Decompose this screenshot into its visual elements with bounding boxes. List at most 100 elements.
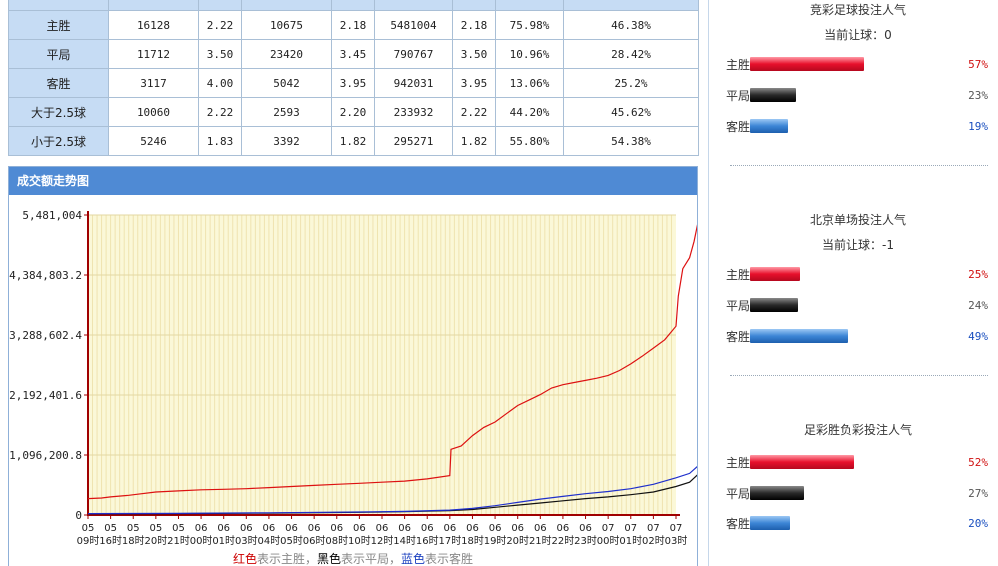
x-tick-label-hour: 20时: [506, 535, 529, 547]
x-tick-label-day: 06: [466, 523, 479, 534]
table-cell: 75.98%: [495, 10, 564, 40]
table-cell: 54.38%: [563, 126, 699, 156]
legend-red-label: 红色: [232, 552, 257, 566]
table-cell: 4.00: [198, 68, 242, 98]
popularity-row-draw: 平局 24%: [726, 297, 988, 315]
table-cell: 55.80%: [495, 126, 564, 156]
legend-blue-label: 蓝色: [401, 552, 426, 566]
row-label: 主胜: [8, 10, 109, 40]
popularity-bar: [750, 516, 790, 530]
popularity-sidebar: 竞彩足球投注人气 当前让球：0 主胜 57% 平局 23% 客胜 19% 北京单…: [708, 0, 998, 566]
row-label: 客胜: [726, 330, 751, 344]
table-cell: 5481004: [374, 10, 453, 40]
popularity-percent: 19%: [968, 120, 988, 133]
trade-volume-line-chart: 0 1,096,200.8 2,192,401.6 3,288,602.4 4,384,…: [9, 209, 697, 547]
row-label: 客胜: [726, 517, 751, 531]
popularity-percent: 23%: [968, 89, 988, 102]
x-tick-label-day: 06: [557, 523, 570, 534]
row-label: 平局: [8, 39, 109, 69]
table-row: 小于2.5球 5246 1.83 3392 1.82 295271 1.82 5…: [8, 126, 699, 156]
section-title: 足彩胜负彩投注人气: [803, 423, 912, 437]
x-tick-label-hour: 16时: [416, 535, 439, 547]
table-header-strip: [8, 0, 699, 11]
table-cell: 2.22: [198, 97, 242, 127]
popularity-percent: 27%: [968, 487, 988, 500]
x-tick-label-day: 06: [263, 523, 276, 534]
table-cell: 5042: [241, 68, 332, 98]
x-tick-label-hour: 08时: [325, 535, 348, 547]
popularity-bar: [750, 486, 804, 500]
popularity-bar: [750, 329, 848, 343]
x-tick-label-hour: 18时: [122, 535, 145, 547]
table-cell: 44.20%: [495, 97, 564, 127]
odds-table: 主胜 16128 2.22 10675 2.18 5481004 2.18 75…: [8, 0, 699, 156]
chart-legend-caption: 红色表示主胜，黑色表示平局，蓝色表示客胜: [9, 550, 697, 566]
x-tick-label-day: 06: [579, 523, 592, 534]
table-cell: 233932: [374, 97, 453, 127]
x-tick-label-hour: 12时: [371, 535, 394, 547]
row-label: 小于2.5球: [8, 126, 109, 156]
popularity-percent: 49%: [968, 330, 988, 343]
popularity-percent: 57%: [968, 58, 988, 71]
x-tick-label-day: 06: [308, 523, 321, 534]
table-cell: 10675: [241, 10, 332, 40]
x-tick-label-day: 06: [353, 523, 366, 534]
table-cell: 11712: [108, 39, 199, 69]
x-tick-label-day: 06: [285, 523, 298, 534]
table-cell: 295271: [374, 126, 453, 156]
sidebar-divider: [708, 0, 709, 566]
x-tick-label-day: 05: [82, 523, 95, 534]
x-tick-label-hour: 21时: [529, 535, 552, 547]
x-tick-label-hour: 16时: [99, 535, 122, 547]
x-tick-label-day: 06: [534, 523, 547, 534]
row-label: 平局: [726, 89, 751, 103]
table-cell: 2.20: [331, 97, 375, 127]
popularity-bar: [750, 119, 788, 133]
popularity-bar: [750, 57, 864, 71]
section-title: 北京单场投注人气: [809, 213, 906, 227]
popularity-bar: [750, 298, 798, 312]
table-cell: 3117: [108, 68, 199, 98]
table-cell: 10060: [108, 97, 199, 127]
y-tick-label: 3,288,602.4: [9, 329, 82, 342]
x-tick-label-hour: 01时: [619, 535, 642, 547]
table-cell: 2.18: [452, 10, 496, 40]
x-tick-label-day: 06: [489, 523, 502, 534]
x-tick-label-day: 05: [104, 523, 117, 534]
table-cell: 3.50: [452, 39, 496, 69]
popularity-row-away: 客胜 19%: [726, 118, 988, 136]
section-title: 竞彩足球投注人气: [809, 3, 906, 17]
row-label: 平局: [726, 299, 751, 313]
x-tick-label-hour: 10时: [348, 535, 371, 547]
popularity-percent: 25%: [968, 268, 988, 281]
popularity-row-home: 主胜 25%: [726, 266, 988, 284]
x-tick-label-hour: 23时: [574, 535, 597, 547]
popularity-bar: [750, 455, 854, 469]
table-cell: 942031: [374, 68, 453, 98]
table-row: 大于2.5球 10060 2.22 2593 2.20 233932 2.22 …: [8, 97, 699, 127]
x-tick-label-day: 06: [443, 523, 456, 534]
x-tick-label-hour: 18时: [461, 535, 484, 547]
popularity-row-draw: 平局 27%: [726, 485, 988, 503]
x-tick-label-hour: 17时: [438, 535, 461, 547]
x-tick-label-hour: 03时: [235, 535, 258, 547]
x-tick-label-day: 05: [172, 523, 185, 534]
table-row: 客胜 3117 4.00 5042 3.95 942031 3.95 13.06…: [8, 68, 699, 98]
table-cell: 3.45: [331, 39, 375, 69]
x-tick-label-day: 07: [624, 523, 637, 534]
legend-black-label: 黑色: [316, 552, 341, 566]
table-cell: 46.38%: [563, 10, 699, 40]
x-tick-label-hour: 01时: [212, 535, 235, 547]
table-cell: 2.18: [331, 10, 375, 40]
x-tick-label-day: 06: [376, 523, 389, 534]
x-tick-label-day: 05: [127, 523, 140, 534]
y-tick-label: 2,192,401.6: [9, 389, 82, 402]
row-label: 客胜: [726, 120, 751, 134]
popularity-row-home: 主胜 57%: [726, 56, 988, 74]
x-tick-label-day: 06: [330, 523, 343, 534]
popularity-percent: 52%: [968, 456, 988, 469]
table-cell: 1.83: [198, 126, 242, 156]
table-cell: 1.82: [452, 126, 496, 156]
table-row: 主胜 16128 2.22 10675 2.18 5481004 2.18 75…: [8, 10, 699, 40]
section-separator: [730, 375, 988, 376]
